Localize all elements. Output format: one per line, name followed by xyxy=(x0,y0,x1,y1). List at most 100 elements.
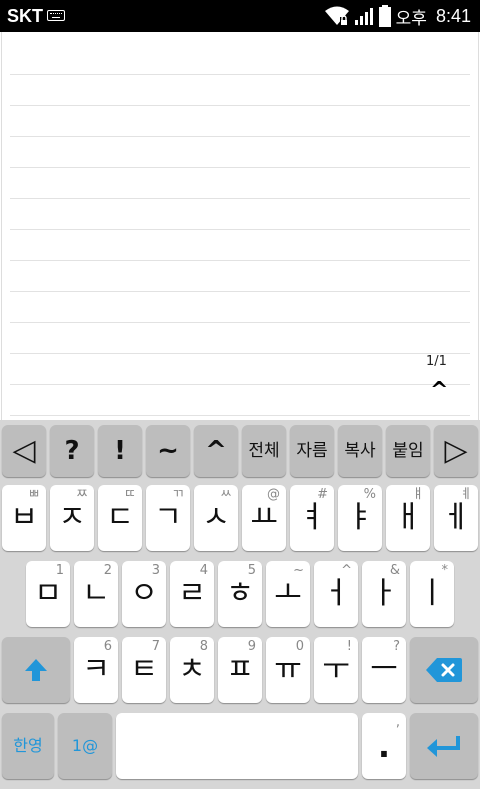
key-g[interactable]: ㄲ ㄱ xyxy=(146,485,190,551)
cursor-right-button[interactable]: ▷ xyxy=(434,425,478,477)
copy-key[interactable]: 복사 xyxy=(338,425,382,477)
key-yeo[interactable]: # ㅕ xyxy=(290,485,334,551)
key-a[interactable]: & ㅏ xyxy=(362,561,406,627)
key-d[interactable]: ㄸ ㄷ xyxy=(98,485,142,551)
enter-button[interactable] xyxy=(410,713,478,779)
key-label: ㅗ xyxy=(274,576,302,611)
key-sub-label: 5 xyxy=(247,563,256,578)
key-label: ! xyxy=(114,436,126,466)
key-label: ㅜ xyxy=(322,652,350,687)
exclamation-key[interactable]: ! xyxy=(98,425,142,477)
key-eo[interactable]: ^ ㅓ xyxy=(314,561,358,627)
key-m[interactable]: 1 ㅁ xyxy=(26,561,70,627)
key-eu[interactable]: ? ㅡ xyxy=(362,637,406,703)
key-label: 전체 xyxy=(248,440,280,461)
note-line xyxy=(10,229,470,230)
key-r[interactable]: 4 ㄹ xyxy=(170,561,214,627)
cursor-left-button[interactable]: ◁ xyxy=(2,425,46,477)
key-e[interactable]: ㅖ ㅔ xyxy=(434,485,478,551)
key-u[interactable]: ! ㅜ xyxy=(314,637,358,703)
question-key[interactable]: ? xyxy=(50,425,94,477)
key-label: ㅎ xyxy=(226,576,254,611)
key-t[interactable]: 7 ㅌ xyxy=(122,637,166,703)
wifi-icon xyxy=(324,6,349,25)
key-sub-label: , xyxy=(395,715,400,730)
keyboard: ◁ ? ! ~ ^ 전체 자름 복사 붙임 ▷ ㅃ ㅂ ㅉ ㅈ ㄸ ㄷ ㄲ ㄱ xyxy=(0,420,480,789)
scroll-up-button[interactable]: ^ xyxy=(430,378,448,403)
key-s[interactable]: ㅆ ㅅ xyxy=(194,485,238,551)
key-i[interactable]: * ㅣ xyxy=(410,561,454,627)
shift-button[interactable] xyxy=(2,637,70,703)
key-yo[interactable]: @ ㅛ xyxy=(242,485,286,551)
cut-key[interactable]: 자름 xyxy=(290,425,334,477)
space-bar[interactable] xyxy=(116,713,358,779)
key-sub-label: & xyxy=(389,563,400,578)
key-label: ~ xyxy=(157,436,179,466)
key-sub-label: 8 xyxy=(199,639,208,654)
key-label: ㅏ xyxy=(370,576,398,611)
key-label: . xyxy=(377,727,391,765)
key-label: 자름 xyxy=(296,440,328,461)
tilde-key[interactable]: ~ xyxy=(146,425,190,477)
status-icons: 오후 8:41 xyxy=(324,4,471,29)
key-label: ㄴ xyxy=(82,576,110,611)
key-sub-label: ! xyxy=(346,639,352,654)
key-sub-label: 9 xyxy=(247,639,256,654)
note-line xyxy=(10,322,470,323)
key-yu[interactable]: 0 ㅠ xyxy=(266,637,310,703)
key-label: ㅁ xyxy=(34,576,62,611)
key-b[interactable]: ㅃ ㅂ xyxy=(2,485,46,551)
note-line xyxy=(10,291,470,292)
language-toggle-button[interactable]: 한영 xyxy=(2,713,54,779)
key-label: ㅇ xyxy=(130,576,158,611)
note-area[interactable]: 1/1 ^ xyxy=(1,32,479,420)
backspace-button[interactable] xyxy=(410,637,478,703)
key-label: ㅌ xyxy=(130,652,158,687)
period-key[interactable]: , . xyxy=(362,713,406,779)
note-line xyxy=(10,415,470,416)
key-n[interactable]: 2 ㄴ xyxy=(74,561,118,627)
key-sub-label: ~ xyxy=(293,563,304,578)
key-label: ㅓ xyxy=(322,576,350,611)
key-sub-label: 2 xyxy=(103,563,112,578)
key-label: ㅑ xyxy=(346,500,374,535)
key-ae[interactable]: ㅒ ㅐ xyxy=(386,485,430,551)
key-p[interactable]: 9 ㅍ xyxy=(218,637,262,703)
key-sub-label: # xyxy=(317,487,328,502)
key-sub-label: ? xyxy=(393,639,400,654)
key-ng[interactable]: 3 ㅇ xyxy=(122,561,166,627)
note-line xyxy=(10,384,470,385)
key-label: ㅕ xyxy=(298,500,326,535)
key-label: ^ xyxy=(205,436,227,466)
clock: 8:41 xyxy=(435,5,471,26)
key-ya[interactable]: % ㅑ xyxy=(338,485,382,551)
note-line xyxy=(10,136,470,137)
key-k[interactable]: 6 ㅋ xyxy=(74,637,118,703)
battery-icon xyxy=(378,5,391,27)
key-h[interactable]: 5 ㅎ xyxy=(218,561,262,627)
keyboard-indicator-icon xyxy=(47,10,65,21)
caret-key[interactable]: ^ xyxy=(194,425,238,477)
key-j[interactable]: ㅉ ㅈ xyxy=(50,485,94,551)
key-sub-label: 3 xyxy=(151,563,160,578)
arrow-left-icon: ◁ xyxy=(12,433,36,468)
key-label: ㅋ xyxy=(82,652,110,687)
key-label: 1@ xyxy=(71,736,99,755)
note-line xyxy=(10,353,470,354)
paste-key[interactable]: 붙임 xyxy=(386,425,430,477)
key-sub-label: ㄲ xyxy=(172,487,184,502)
status-bar: SKT 오후 8:41 xyxy=(0,0,480,32)
key-sub-label: 4 xyxy=(199,563,208,578)
key-o[interactable]: ~ ㅗ xyxy=(266,561,310,627)
key-label: ? xyxy=(64,436,80,466)
select-all-key[interactable]: 전체 xyxy=(242,425,286,477)
key-ch[interactable]: 8 ㅊ xyxy=(170,637,214,703)
key-sub-label: 6 xyxy=(103,639,112,654)
page-indicator: 1/1 xyxy=(426,354,447,369)
key-sub-label: @ xyxy=(267,487,280,502)
note-line xyxy=(10,198,470,199)
key-sub-label: % xyxy=(363,487,376,502)
key-sub-label: ㅃ xyxy=(28,487,40,502)
symbols-button[interactable]: 1@ xyxy=(58,713,112,779)
key-label: ㄱ xyxy=(154,500,182,535)
